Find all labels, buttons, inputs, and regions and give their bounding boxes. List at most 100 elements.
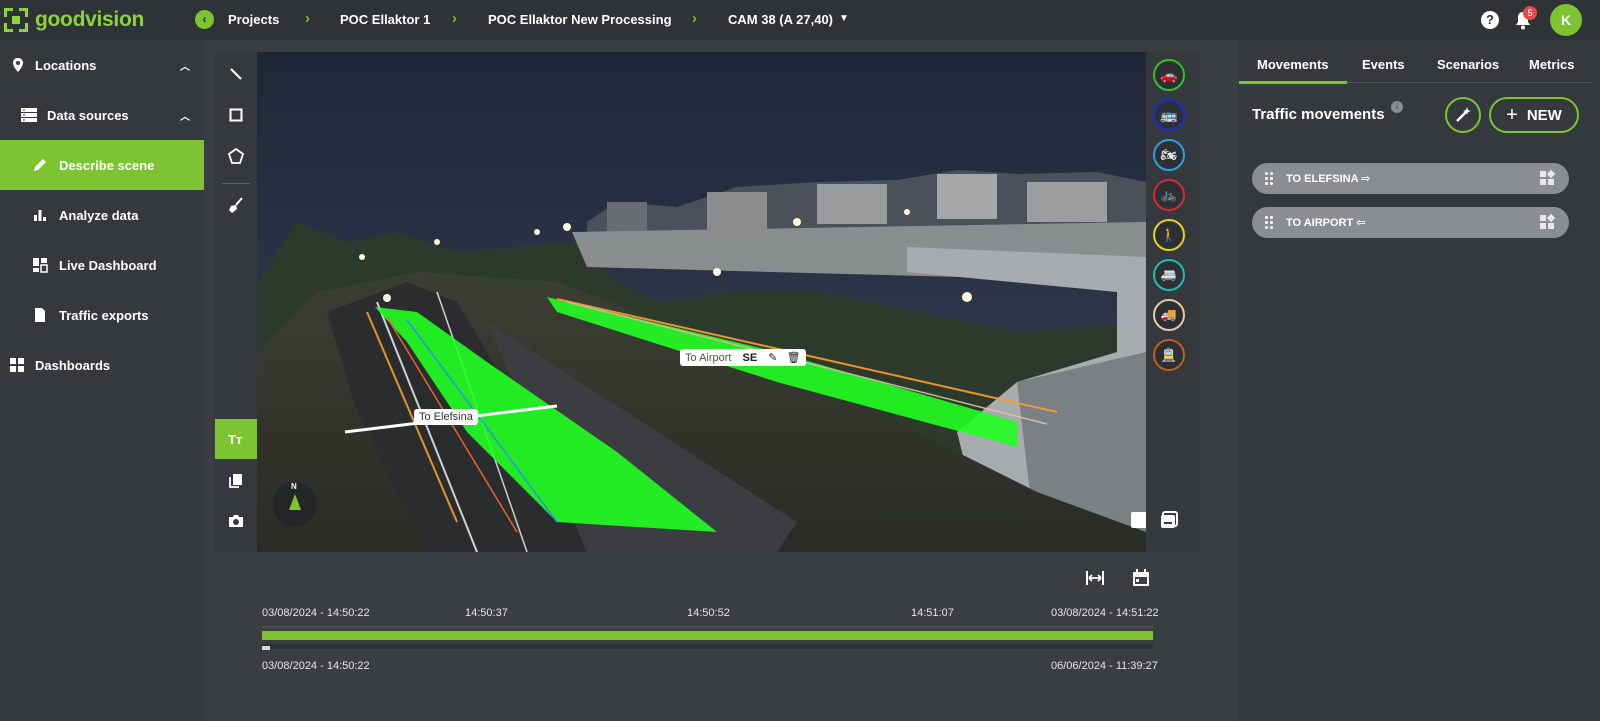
sidebar-item-label: Traffic exports	[59, 307, 149, 323]
bicycle-icon: 🚲	[1160, 187, 1178, 202]
delete-icon[interactable]: 🗑	[787, 352, 801, 364]
help-icon[interactable]: ?	[1481, 11, 1499, 29]
chevron-down-icon[interactable]: ▼	[839, 13, 849, 24]
sidebar-item-label: Describe scene	[59, 157, 155, 173]
sidebar-item-analyze-data[interactable]: Analyze data	[0, 190, 204, 240]
movement-options-icon[interactable]	[1540, 169, 1556, 186]
polygon-tool-button[interactable]	[215, 136, 257, 176]
back-chevron-icon[interactable]: ‹	[195, 10, 214, 29]
edit-icon[interactable]: ✎	[768, 352, 777, 364]
line-tool-button[interactable]	[215, 54, 257, 94]
sidebar-item-describe-scene[interactable]: Describe scene	[0, 140, 204, 190]
sidebar: Locations ︿ Data sources ︿ Describe scen…	[0, 40, 204, 721]
van-class-button[interactable]: 🚐	[1153, 259, 1185, 291]
tram-icon: 🚊	[1160, 347, 1178, 362]
server-icon	[21, 108, 37, 122]
copy-tool-button[interactable]	[215, 460, 257, 500]
timeline-track	[262, 626, 1153, 628]
tab-movements[interactable]: Movements	[1257, 57, 1329, 72]
layers-toggle-button[interactable]	[1159, 510, 1179, 530]
chevron-up-icon[interactable]: ︿	[180, 58, 190, 73]
tab-scenarios[interactable]: Scenarios	[1437, 57, 1499, 72]
vehicle-class-toolbar: 🚗 🚌 🏍 🚲 🚶 🚐 🚚 🚊	[1146, 52, 1200, 552]
top-bar: goodvision ‹ Projects › POC Ellaktor 1 ›…	[0, 0, 1600, 40]
info-icon[interactable]: i	[1391, 101, 1403, 113]
motorcycle-icon: 🏍	[1160, 147, 1178, 162]
bus-icon: 🚌	[1160, 106, 1178, 123]
sidebar-item-live-dashboard[interactable]: Live Dashboard	[0, 240, 204, 290]
rectangle-tool-button[interactable]	[215, 95, 257, 135]
toolbar-divider	[222, 183, 250, 184]
chevron-up-icon[interactable]: ︿	[180, 108, 190, 123]
sidebar-item-traffic-exports[interactable]: Traffic exports	[0, 290, 204, 340]
sidebar-item-dashboards[interactable]: Dashboards	[0, 340, 204, 390]
document-icon	[35, 308, 45, 322]
calendar-button[interactable]	[1131, 568, 1151, 588]
new-movement-button[interactable]: + NEW	[1489, 97, 1579, 133]
goodvision-logo[interactable]: goodvision	[4, 8, 144, 32]
polygon-icon	[227, 147, 245, 164]
breadcrumb-project[interactable]: POC Ellaktor 1	[340, 12, 430, 27]
movement-item[interactable]: TO AIRPORT ⇦	[1252, 207, 1569, 238]
sidebar-item-label: Data sources	[47, 107, 129, 123]
avatar[interactable]: K	[1550, 4, 1582, 36]
timeline-scroll-handle[interactable]	[262, 646, 270, 650]
dashboard-icon	[33, 258, 48, 273]
timeline-tick-label: 14:50:37	[465, 607, 508, 619]
line-icon	[230, 68, 242, 80]
camera-icon	[229, 515, 243, 527]
drag-handle-icon[interactable]	[1265, 172, 1273, 185]
motorcycle-class-button[interactable]: 🏍	[1153, 139, 1185, 171]
logo-mark-icon	[4, 8, 28, 32]
clear-tool-button[interactable]	[215, 185, 257, 225]
text-tool-button[interactable]: Tт	[215, 419, 257, 459]
breadcrumb-separator-icon: ›	[452, 10, 457, 27]
movement-label-to-airport[interactable]: To Airport SE ✎ 🗑	[680, 349, 806, 366]
tab-events[interactable]: Events	[1362, 57, 1405, 72]
movement-label-to-elefsina[interactable]: To Elefsina	[414, 409, 478, 425]
truck-icon: 🚚	[1160, 307, 1178, 322]
tram-class-button[interactable]: 🚊	[1153, 339, 1185, 371]
sidebar-item-label: Locations	[35, 57, 97, 73]
magic-wand-icon	[1456, 107, 1471, 122]
fit-range-button[interactable]	[1085, 568, 1105, 588]
bicycle-class-button[interactable]: 🚲	[1153, 179, 1185, 211]
plus-icon: +	[1506, 104, 1518, 126]
auto-detect-button[interactable]	[1445, 97, 1481, 133]
broom-icon	[229, 197, 243, 213]
active-tab-indicator	[1239, 81, 1347, 84]
bar-chart-icon	[34, 210, 46, 221]
tab-metrics[interactable]: Metrics	[1529, 57, 1575, 72]
sidebar-item-label: Live Dashboard	[59, 257, 157, 273]
movement-label-name: To Airport	[685, 352, 732, 364]
movement-item-label: TO ELEFSINA ⇨	[1286, 173, 1371, 185]
timeline-scroll-track[interactable]	[262, 644, 1153, 649]
breadcrumb-separator-icon: ›	[692, 10, 697, 27]
camera-scene[interactable]: N To Airport SE ✎ 🗑 To Elefsina	[257, 52, 1146, 552]
snapshot-tool-button[interactable]	[215, 501, 257, 541]
car-class-button[interactable]: 🚗	[1153, 59, 1185, 91]
sidebar-item-data-sources[interactable]: Data sources ︿	[0, 90, 204, 140]
sidebar-item-locations[interactable]: Locations ︿	[0, 40, 204, 90]
pedestrian-class-button[interactable]: 🚶	[1153, 219, 1185, 251]
truck-class-button[interactable]: 🚚	[1153, 299, 1185, 331]
breadcrumb-projects[interactable]: Projects	[228, 12, 279, 27]
camera-frame-image	[257, 52, 1146, 552]
movement-options-icon[interactable]	[1540, 213, 1556, 230]
drawing-toolbar: Tт	[215, 52, 257, 552]
timeline-range-bar[interactable]	[262, 631, 1153, 640]
van-icon: 🚐	[1160, 267, 1178, 282]
fit-width-icon	[1086, 571, 1104, 585]
bus-class-button[interactable]: 🚌	[1153, 99, 1185, 131]
drag-handle-icon[interactable]	[1265, 216, 1273, 229]
car-icon: 🚗	[1160, 66, 1178, 83]
timeline-tick-label: 14:50:52	[687, 607, 730, 619]
breadcrumb-processing[interactable]: POC Ellaktor New Processing	[488, 12, 672, 27]
brand-name: goodvision	[35, 8, 144, 31]
copy-icon	[229, 474, 242, 488]
text-icon: Tт	[228, 432, 242, 447]
movement-item[interactable]: TO ELEFSINA ⇨	[1252, 163, 1569, 194]
tab-divider	[1347, 82, 1593, 83]
breadcrumb-camera[interactable]: CAM 38 (A 27,40)	[728, 12, 833, 27]
pedestrian-icon: 🚶	[1160, 227, 1178, 242]
